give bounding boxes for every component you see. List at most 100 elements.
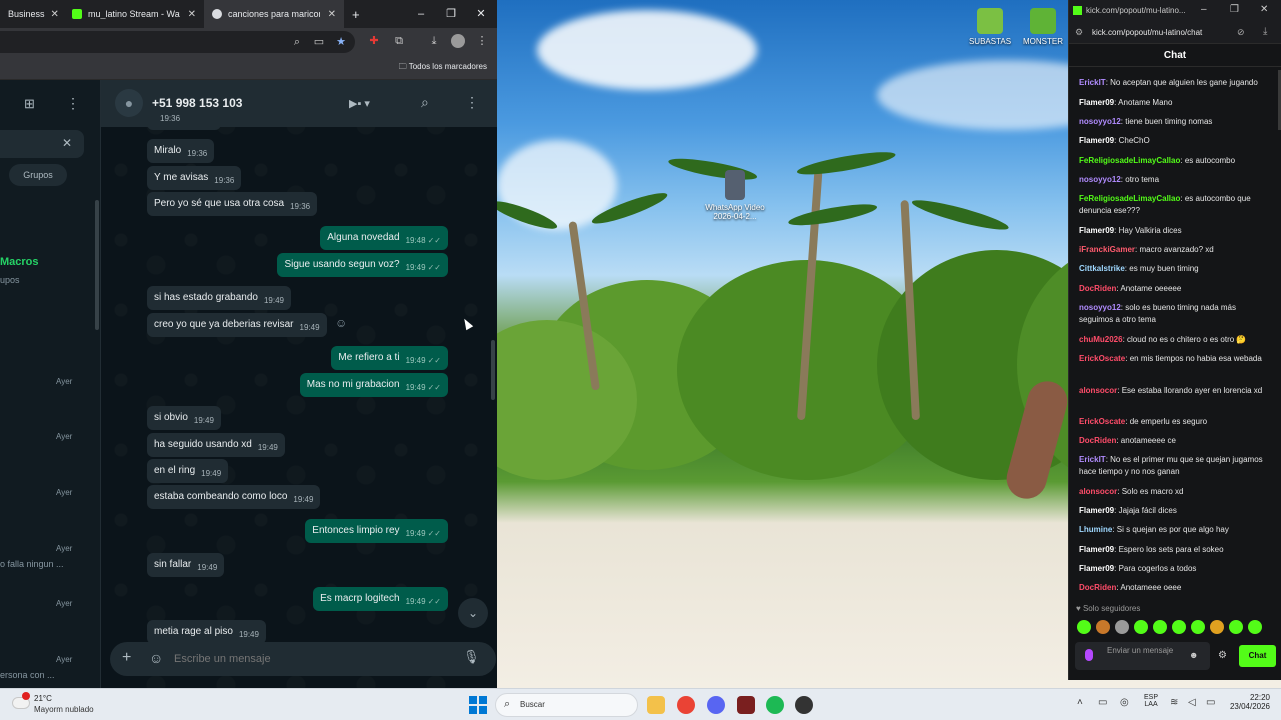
close-window-button[interactable]: ✕ (1260, 4, 1268, 15)
install-app-icon[interactable]: ▭ (312, 35, 326, 49)
chat-username[interactable]: ErickOscate (1079, 354, 1125, 363)
chrome-icon[interactable] (677, 696, 695, 714)
profile-avatar[interactable] (451, 34, 465, 48)
desktop-icon-monster[interactable]: MONSTER (1018, 8, 1068, 46)
extension-icon[interactable]: ✚ (367, 34, 381, 48)
chat-username[interactable]: alonsocor (1079, 386, 1117, 395)
chat-username[interactable]: iFranckiGamer (1079, 245, 1135, 254)
close-tab-icon[interactable]: ✕ (328, 9, 336, 20)
message-bubble-incoming[interactable]: ha seguido usando xd 19:49 (147, 433, 285, 457)
close-icon[interactable]: ✕ (62, 136, 72, 150)
chat-username[interactable]: Flamer09 (1079, 226, 1114, 235)
new-chat-icon[interactable]: ⊞ (24, 96, 35, 112)
app-icon[interactable] (795, 696, 813, 714)
message-bubble-incoming[interactable]: en el ring 19:49 (147, 459, 229, 483)
chat-message[interactable]: Flamer09: Hay Valkiria dices (1079, 225, 1272, 237)
message-bubble-outgoing[interactable]: Mas no mi grabacion 19:49 ✓✓ (299, 373, 448, 397)
chat-message[interactable]: Flamer09: Jajaja fácil dices (1079, 505, 1272, 517)
volume-icon[interactable]: ◁ (1188, 697, 1196, 708)
start-button[interactable] (469, 696, 487, 714)
chat-message[interactable]: Cittkalstrike: es muy buen timing (1079, 263, 1272, 275)
filter-groups-chip[interactable]: Grupos (9, 164, 67, 186)
settings-gear-icon[interactable]: ⚙ (1218, 650, 1227, 661)
spotify-icon[interactable] (766, 696, 784, 714)
message-bubble-incoming[interactable]: sin fallar 19:49 (147, 553, 225, 577)
sticker-icon[interactable]: ☺ (149, 650, 163, 666)
taskbar-search[interactable]: ⌕ Buscar (495, 693, 638, 717)
download-icon[interactable]: ⤓ (1263, 26, 1267, 37)
chat-message[interactable]: FeReligiosadeLimayCallao: es autocombo (1079, 155, 1272, 167)
message-bubble-outgoing[interactable]: Me refiero a ti 19:49 ✓✓ (331, 346, 448, 370)
menu-dots-icon[interactable]: ⋮ (475, 34, 489, 48)
emote-icon[interactable] (1096, 620, 1110, 634)
chat-username[interactable]: nosoyyo12 (1079, 303, 1121, 312)
chat-input[interactable]: Enviar un mensaje ☻ (1075, 642, 1210, 670)
message-bubble-incoming[interactable]: estaba combeando como loco 19:49 (147, 485, 321, 509)
chat-message[interactable]: Flamer09: Espero los sets para el sokeo (1079, 544, 1272, 556)
maximize-button[interactable]: ❐ (436, 0, 466, 28)
chat-username[interactable]: ErickIT (1079, 455, 1106, 464)
discord-icon[interactable] (707, 696, 725, 714)
battery-icon[interactable]: ▭ (1206, 697, 1215, 708)
chat-message[interactable]: ErickIT: No aceptan que alguien les gane… (1079, 77, 1272, 89)
chat-username[interactable]: Flamer09 (1079, 506, 1114, 515)
chat-username[interactable]: ErickOscate (1079, 417, 1125, 426)
chat-username[interactable]: chuMu2026 (1079, 335, 1123, 344)
video-call-button[interactable]: ▶▪ ▾ (341, 92, 397, 116)
emote-icon[interactable] (1134, 620, 1148, 634)
tab-business[interactable]: Business ✕ (0, 0, 64, 28)
chat-username[interactable]: DocRiden (1079, 284, 1116, 293)
emote-icon[interactable] (1248, 620, 1262, 634)
extensions-puzzle-icon[interactable]: ⧉ (392, 34, 406, 48)
chat-username[interactable]: DocRiden (1079, 436, 1116, 445)
minimize-button[interactable]: – (406, 0, 436, 28)
attach-plus-icon[interactable]: + (122, 649, 131, 667)
tray-icon[interactable]: ◎ (1120, 697, 1129, 708)
emote-icon[interactable] (1191, 620, 1205, 634)
emote-icon[interactable] (1153, 620, 1167, 634)
all-bookmarks-button[interactable]: 🗀 Todos los marcadores (399, 61, 487, 75)
chat-message[interactable]: nosoyyo12: solo es bueno timing nada más… (1079, 302, 1272, 326)
network-icon[interactable]: ▭ (1098, 697, 1107, 708)
chat-message[interactable]: Flamer09: CheChO (1079, 135, 1272, 147)
chat-username[interactable]: ErickIT (1079, 78, 1106, 87)
message-bubble-incoming[interactable]: Pero yo sé que usa otra cosa 19:36 (147, 192, 318, 216)
address-bar[interactable]: ⌕ ▭ ★ (0, 31, 355, 53)
message-bubble-outgoing[interactable]: Entonces limpio rey 19:49 ✓✓ (305, 519, 448, 543)
tab-kick-stream[interactable]: mu_latino Stream - Watch ✕ (64, 0, 204, 28)
url-text[interactable]: kick.com/popout/mu-latino/chat (1092, 28, 1202, 37)
chat-username[interactable]: Flamer09 (1079, 564, 1114, 573)
scroll-down-button[interactable]: ⌄ (458, 598, 488, 628)
message-input[interactable] (174, 649, 444, 669)
chat-username[interactable]: DocRiden (1079, 583, 1116, 592)
emote-icon[interactable] (1077, 620, 1091, 634)
message-bubble-outgoing[interactable]: Alguna novedad 19:48 ✓✓ (320, 226, 448, 250)
microphone-icon[interactable]: 🎙 (463, 649, 480, 665)
weather-widget[interactable] (12, 692, 32, 714)
bookmark-star-icon[interactable]: ★ (334, 35, 348, 49)
language-indicator[interactable]: ESP LAA (1144, 694, 1158, 708)
emoji-react-icon[interactable]: ☺ (335, 316, 347, 330)
chat-username[interactable]: nosoyyo12 (1079, 117, 1121, 126)
close-tab-icon[interactable]: ✕ (51, 9, 59, 20)
chat-username[interactable]: alonsocor (1079, 487, 1117, 496)
chat-username[interactable]: nosoyyo12 (1079, 175, 1121, 184)
chat-username[interactable]: FeReligiosadeLimayCallao (1079, 156, 1180, 165)
chat-username[interactable]: Flamer09 (1079, 98, 1114, 107)
chat-message[interactable]: FeReligiosadeLimayCallao: es autocombo q… (1079, 193, 1272, 217)
chat-message[interactable]: nosoyyo12: tiene buen timing nomas (1079, 116, 1272, 128)
chat-message[interactable]: alonsocor: Solo es macro xd (1079, 486, 1272, 498)
chat-name[interactable]: Macros (0, 256, 39, 268)
send-chat-button[interactable]: Chat (1239, 645, 1276, 667)
scrollbar[interactable] (95, 200, 99, 330)
message-bubble-incoming[interactable]: metia rage al piso 19:49 (147, 620, 266, 644)
chat-message[interactable]: DocRiden: Anotameee oeee (1079, 582, 1272, 594)
search-icon[interactable]: ⌕ (421, 94, 429, 111)
message-bubble-incoming[interactable]: creo yo que ya deberias revisar 19:49 (147, 313, 327, 337)
chat-username[interactable]: Cittkalstrike (1079, 264, 1125, 273)
chat-message[interactable]: Flamer09: Para cogerlos a todos (1079, 563, 1272, 575)
chat-username[interactable]: Flamer09 (1079, 136, 1114, 145)
chevron-up-icon[interactable]: ˄ (1077, 697, 1083, 708)
message-bubble-incoming[interactable]: Y me avisas 19:36 (147, 166, 242, 190)
chat-message[interactable]: DocRiden: anotameeee ce (1079, 435, 1272, 447)
